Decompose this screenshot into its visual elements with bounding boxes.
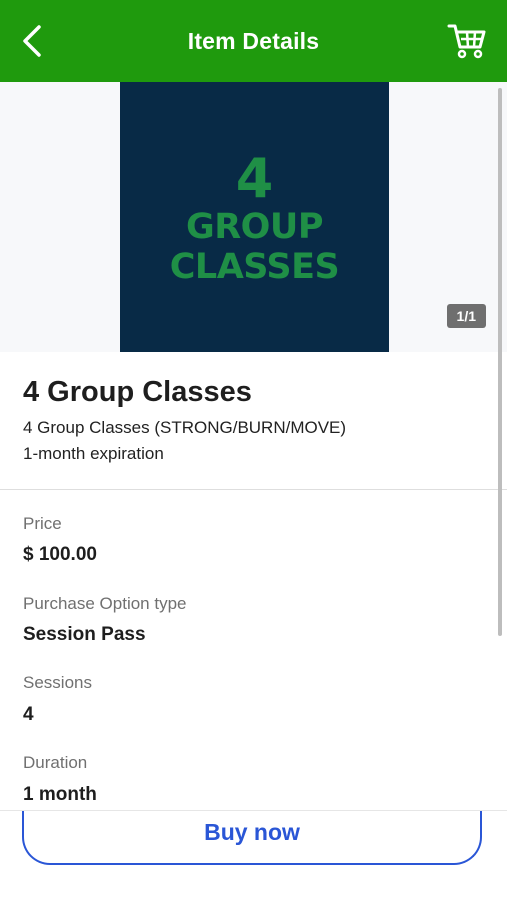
page-title: Item Details — [187, 27, 320, 54]
sessions-value: 4 — [23, 704, 34, 725]
image-counter-badge: 1/1 — [446, 304, 486, 328]
app-header: Item Details — [0, 0, 507, 82]
purchase-option-label: Purchase Option type — [23, 594, 187, 613]
item-summary: 4 Group Classes 4 Group Classes (STRONG/… — [0, 352, 507, 490]
product-image[interactable]: 4 GROUP CLASSES — [120, 82, 389, 352]
item-subtitle: 4 Group Classes (STRONG/BURN/MOVE) — [23, 418, 347, 437]
image-text-line-1: GROUP — [185, 207, 324, 247]
image-gallery[interactable]: 4 GROUP CLASSES 1/1 — [0, 82, 507, 352]
duration-label: Duration — [23, 753, 88, 772]
sessions-label: Sessions — [23, 673, 92, 692]
scrollbar[interactable] — [498, 88, 502, 636]
back-button[interactable] — [14, 22, 50, 60]
image-text-line-2: CLASSES — [169, 247, 340, 287]
price-label: Price — [23, 514, 62, 533]
item-details-screen: Item Details 4 GROUP CLASSES 1/1 4 Group… — [0, 0, 507, 900]
cart-icon — [447, 24, 486, 59]
price-value: $ 100.00 — [23, 544, 97, 565]
purchase-option-value: Session Pass — [23, 624, 146, 645]
buy-now-button[interactable]: Buy now — [22, 811, 482, 865]
chevron-left-icon — [23, 25, 41, 57]
duration-value: 1 month — [23, 784, 97, 805]
cart-button[interactable] — [445, 20, 489, 62]
item-title: 4 Group Classes — [23, 376, 252, 408]
image-number-text: 4 — [235, 147, 274, 210]
bottom-action-bar: Buy now — [0, 810, 507, 900]
item-description: 1-month expiration — [23, 444, 164, 463]
